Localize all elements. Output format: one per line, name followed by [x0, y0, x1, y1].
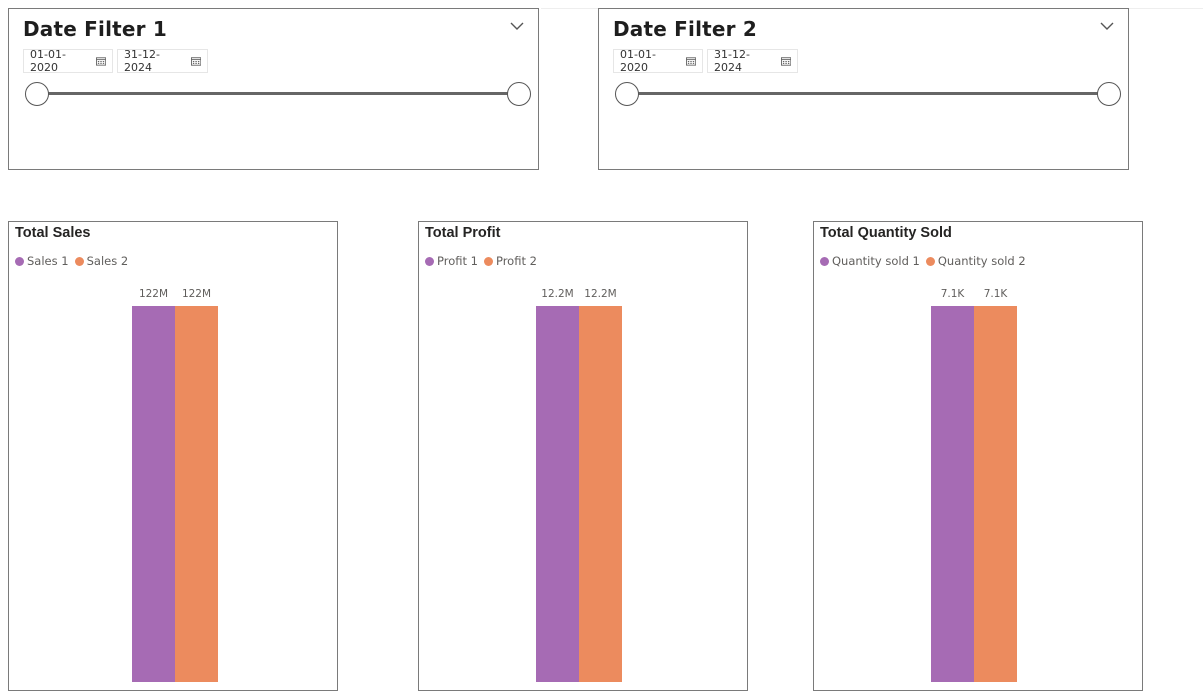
bar-series-2[interactable] — [579, 306, 622, 682]
legend-dot-icon — [483, 256, 493, 266]
bar-series-2[interactable] — [974, 306, 1017, 682]
slider-start-handle[interactable] — [615, 82, 639, 106]
end-date-input[interactable]: 31-12-2024 — [707, 48, 798, 74]
data-label: 12.2M — [541, 288, 573, 300]
legend-label: Profit 1 — [437, 254, 478, 268]
legend-dot-icon — [820, 256, 829, 266]
total-quantity-sold-chart: 7.1K 7.1K Total Quantity Sold Quantity so… — [813, 221, 1143, 691]
end-date-input[interactable]: 31-12-2024 — [117, 48, 208, 74]
legend-item-series-2[interactable]: Quantity sold 2 — [925, 254, 1026, 268]
legend-item-series-1[interactable]: Profit 1 — [425, 254, 478, 268]
start-date-input[interactable]: 01-01-2020 — [23, 48, 113, 74]
data-label: 7.1K — [941, 288, 966, 300]
chart-plot-area: 122M 122M — [132, 288, 218, 682]
legend-dot-icon — [425, 256, 434, 266]
legend-label: Sales 2 — [86, 254, 129, 268]
calendar-icon[interactable] — [780, 56, 791, 66]
start-date-input[interactable]: 01-01-2020 — [613, 48, 703, 74]
bar-series-2[interactable] — [175, 306, 218, 682]
slider-end-handle[interactable] — [1097, 82, 1121, 106]
legend-label: Profit 2 — [495, 254, 537, 268]
date-range-slider-track[interactable] — [36, 92, 519, 95]
slicer-title: Date Filter 2 — [613, 17, 758, 41]
chart-legend: Quantity sold 1 Quantity sold 2 — [820, 254, 1032, 268]
legend-dot-icon — [74, 256, 84, 266]
legend-label: Sales 1 — [27, 254, 69, 268]
chart-plot-area: 12.2M 12.2M — [536, 288, 622, 682]
legend-item-series-2[interactable]: Profit 2 — [483, 254, 537, 268]
legend-item-series-1[interactable]: Sales 1 — [15, 254, 69, 268]
legend-label: Quantity sold 2 — [937, 254, 1026, 268]
start-date-value: 01-01-2020 — [620, 48, 656, 74]
chevron-down-icon[interactable] — [1100, 21, 1114, 31]
slider-end-handle[interactable] — [507, 82, 531, 106]
slider-start-handle[interactable] — [25, 82, 49, 106]
chart-plot-area: 7.1K 7.1K — [931, 288, 1017, 682]
legend-dot-icon — [925, 256, 935, 266]
data-label: 122M — [139, 288, 168, 300]
chart-title: Total Sales — [15, 225, 91, 241]
start-date-value: 01-01-2020 — [30, 48, 66, 74]
chart-title: Total Profit — [425, 225, 501, 241]
data-label: 12.2M — [584, 288, 616, 300]
legend-label: Quantity sold 1 — [832, 254, 920, 268]
date-filter-1-slicer: Date Filter 1 01-01-2020 31-12-2024 — [8, 8, 539, 170]
chart-legend: Sales 1 Sales 2 — [15, 254, 134, 268]
calendar-icon[interactable] — [190, 56, 201, 66]
date-filter-2-slicer: Date Filter 2 01-01-2020 31-12-2024 — [598, 8, 1129, 170]
date-range-slider-track[interactable] — [626, 92, 1109, 95]
legend-dot-icon — [15, 256, 24, 266]
data-label: 7.1K — [984, 288, 1009, 300]
chart-legend: Profit 1 Profit 2 — [425, 254, 543, 268]
data-label: 122M — [182, 288, 211, 300]
total-profit-chart: 12.2M 12.2M Total Profit Profit 1 Profit … — [418, 221, 748, 691]
end-date-value: 31-12-2024 — [714, 48, 750, 74]
chart-title: Total Quantity Sold — [820, 225, 952, 241]
total-sales-chart: 122M 122M Total Sales Sales 1 Sales 2 — [8, 221, 338, 691]
bar-series-1[interactable] — [536, 306, 579, 682]
slicer-title: Date Filter 1 — [23, 17, 168, 41]
bar-series-1[interactable] — [132, 306, 175, 682]
bar-series-1[interactable] — [931, 306, 974, 682]
legend-item-series-2[interactable]: Sales 2 — [74, 254, 129, 268]
calendar-icon[interactable] — [95, 56, 106, 66]
chevron-down-icon[interactable] — [510, 21, 524, 31]
legend-item-series-1[interactable]: Quantity sold 1 — [820, 254, 920, 268]
calendar-icon[interactable] — [685, 56, 696, 66]
end-date-value: 31-12-2024 — [124, 48, 160, 74]
